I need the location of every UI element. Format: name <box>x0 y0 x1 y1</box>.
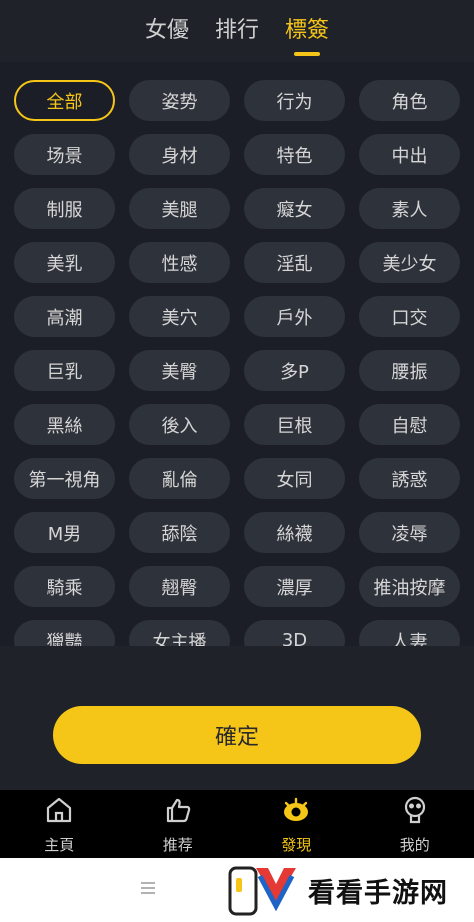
nav-profile[interactable]: 我的 <box>356 790 474 858</box>
tag-chip[interactable]: 亂倫 <box>129 458 230 499</box>
watermark-text: 看看手游网 <box>308 877 448 909</box>
nav-home[interactable]: 主頁 <box>0 790 119 858</box>
nav-discover-label: 發現 <box>281 835 312 854</box>
tab-ranking[interactable]: 排行 <box>215 12 259 50</box>
tag-chip[interactable]: 翹臀 <box>129 566 230 607</box>
tag-chip[interactable]: 美臀 <box>129 350 230 391</box>
tag-chip[interactable]: 制服 <box>14 188 115 229</box>
tag-chip[interactable]: 凌辱 <box>359 512 460 553</box>
nav-profile-label: 我的 <box>399 835 430 854</box>
tag-chip[interactable]: 3D <box>244 620 345 646</box>
tag-chip[interactable]: 騎乘 <box>14 566 115 607</box>
tag-chip[interactable]: 角色 <box>359 80 460 121</box>
thumbs-up-icon <box>162 794 194 830</box>
nav-discover[interactable]: 發現 <box>237 790 356 858</box>
tag-chip[interactable]: 女同 <box>244 458 345 499</box>
tag-chip[interactable]: 濃厚 <box>244 566 345 607</box>
tag-chip[interactable]: 场景 <box>14 134 115 175</box>
tag-chip[interactable]: 黑絲 <box>14 404 115 445</box>
tag-chip[interactable]: 行为 <box>244 80 345 121</box>
tab-actresses[interactable]: 女優 <box>145 12 189 50</box>
nav-home-label: 主頁 <box>44 835 75 854</box>
tag-chip[interactable]: 身材 <box>129 134 230 175</box>
tag-chip[interactable]: 美腿 <box>129 188 230 229</box>
tag-chip[interactable]: 淫乱 <box>244 242 345 283</box>
tag-chip[interactable]: 第一視角 <box>14 458 115 499</box>
tag-chip[interactable]: 後入 <box>129 404 230 445</box>
tag-chip[interactable]: 特色 <box>244 134 345 175</box>
eye-icon <box>280 794 312 830</box>
tag-chip[interactable]: 癡女 <box>244 188 345 229</box>
tag-chip[interactable]: 高潮 <box>14 296 115 337</box>
tag-grid: 全部 姿势 行为 角色场景 身材 特色 中出制服 美腿 癡女 素人美乳 性感 淫乱 美少女高潮 美穴 戶外口… <box>0 62 474 646</box>
profile-icon <box>399 794 431 830</box>
tag-chip[interactable]: 推油按摩 <box>359 566 460 607</box>
watermark: 看看手游网 <box>226 862 448 918</box>
tag-chip[interactable]: 素人 <box>359 188 460 229</box>
tag-chip[interactable]: 全部 <box>14 80 115 121</box>
nav-recommend[interactable]: 推荐 <box>119 790 238 858</box>
menu-icon[interactable] <box>138 878 158 898</box>
tag-chip[interactable]: 巨根 <box>244 404 345 445</box>
tag-chip[interactable]: 巨乳 <box>14 350 115 391</box>
tag-chip[interactable]: 多P <box>244 350 345 391</box>
tag-chip[interactable]: 姿势 <box>129 80 230 121</box>
tab-tags[interactable]: 標簽 <box>285 12 329 50</box>
tag-chip[interactable]: 美乳 <box>14 242 115 283</box>
tag-chip[interactable]: 美穴 <box>129 296 230 337</box>
tag-chip[interactable]: 中出 <box>359 134 460 175</box>
tag-chip[interactable]: 腰振 <box>359 350 460 391</box>
home-icon <box>43 794 75 830</box>
tag-chip[interactable]: 性感 <box>129 242 230 283</box>
tag-chip[interactable]: 舔陰 <box>129 512 230 553</box>
tag-chip[interactable]: 口交 <box>359 296 460 337</box>
tag-chip[interactable]: 戶外 <box>244 296 345 337</box>
tag-chip[interactable]: 人妻 <box>359 620 460 646</box>
tag-chip[interactable]: 獵豔 <box>14 620 115 646</box>
tag-chip[interactable]: 女主播 <box>129 620 230 646</box>
tag-chip[interactable]: 誘惑 <box>359 458 460 499</box>
watermark-logo <box>228 866 296 916</box>
nav-recommend-label: 推荐 <box>162 835 193 854</box>
tag-chip[interactable]: 自慰 <box>359 404 460 445</box>
tag-chip[interactable]: 絲襪 <box>244 512 345 553</box>
tag-scroll-area[interactable]: 全部 姿势 行为 角色场景 身材 特色 中出制服 美腿 癡女 素人美乳 性感 淫乱 美少女高潮 美穴 戶外口… <box>0 62 474 646</box>
top-tab-bar: 女優 排行 標簽 <box>0 0 474 62</box>
confirm-button[interactable]: 確定 <box>53 706 421 764</box>
bottom-nav: 主頁 推荐 發現 我的 <box>0 790 474 858</box>
tag-chip[interactable]: M男 <box>14 512 115 553</box>
tag-chip[interactable]: 美少女 <box>359 242 460 283</box>
